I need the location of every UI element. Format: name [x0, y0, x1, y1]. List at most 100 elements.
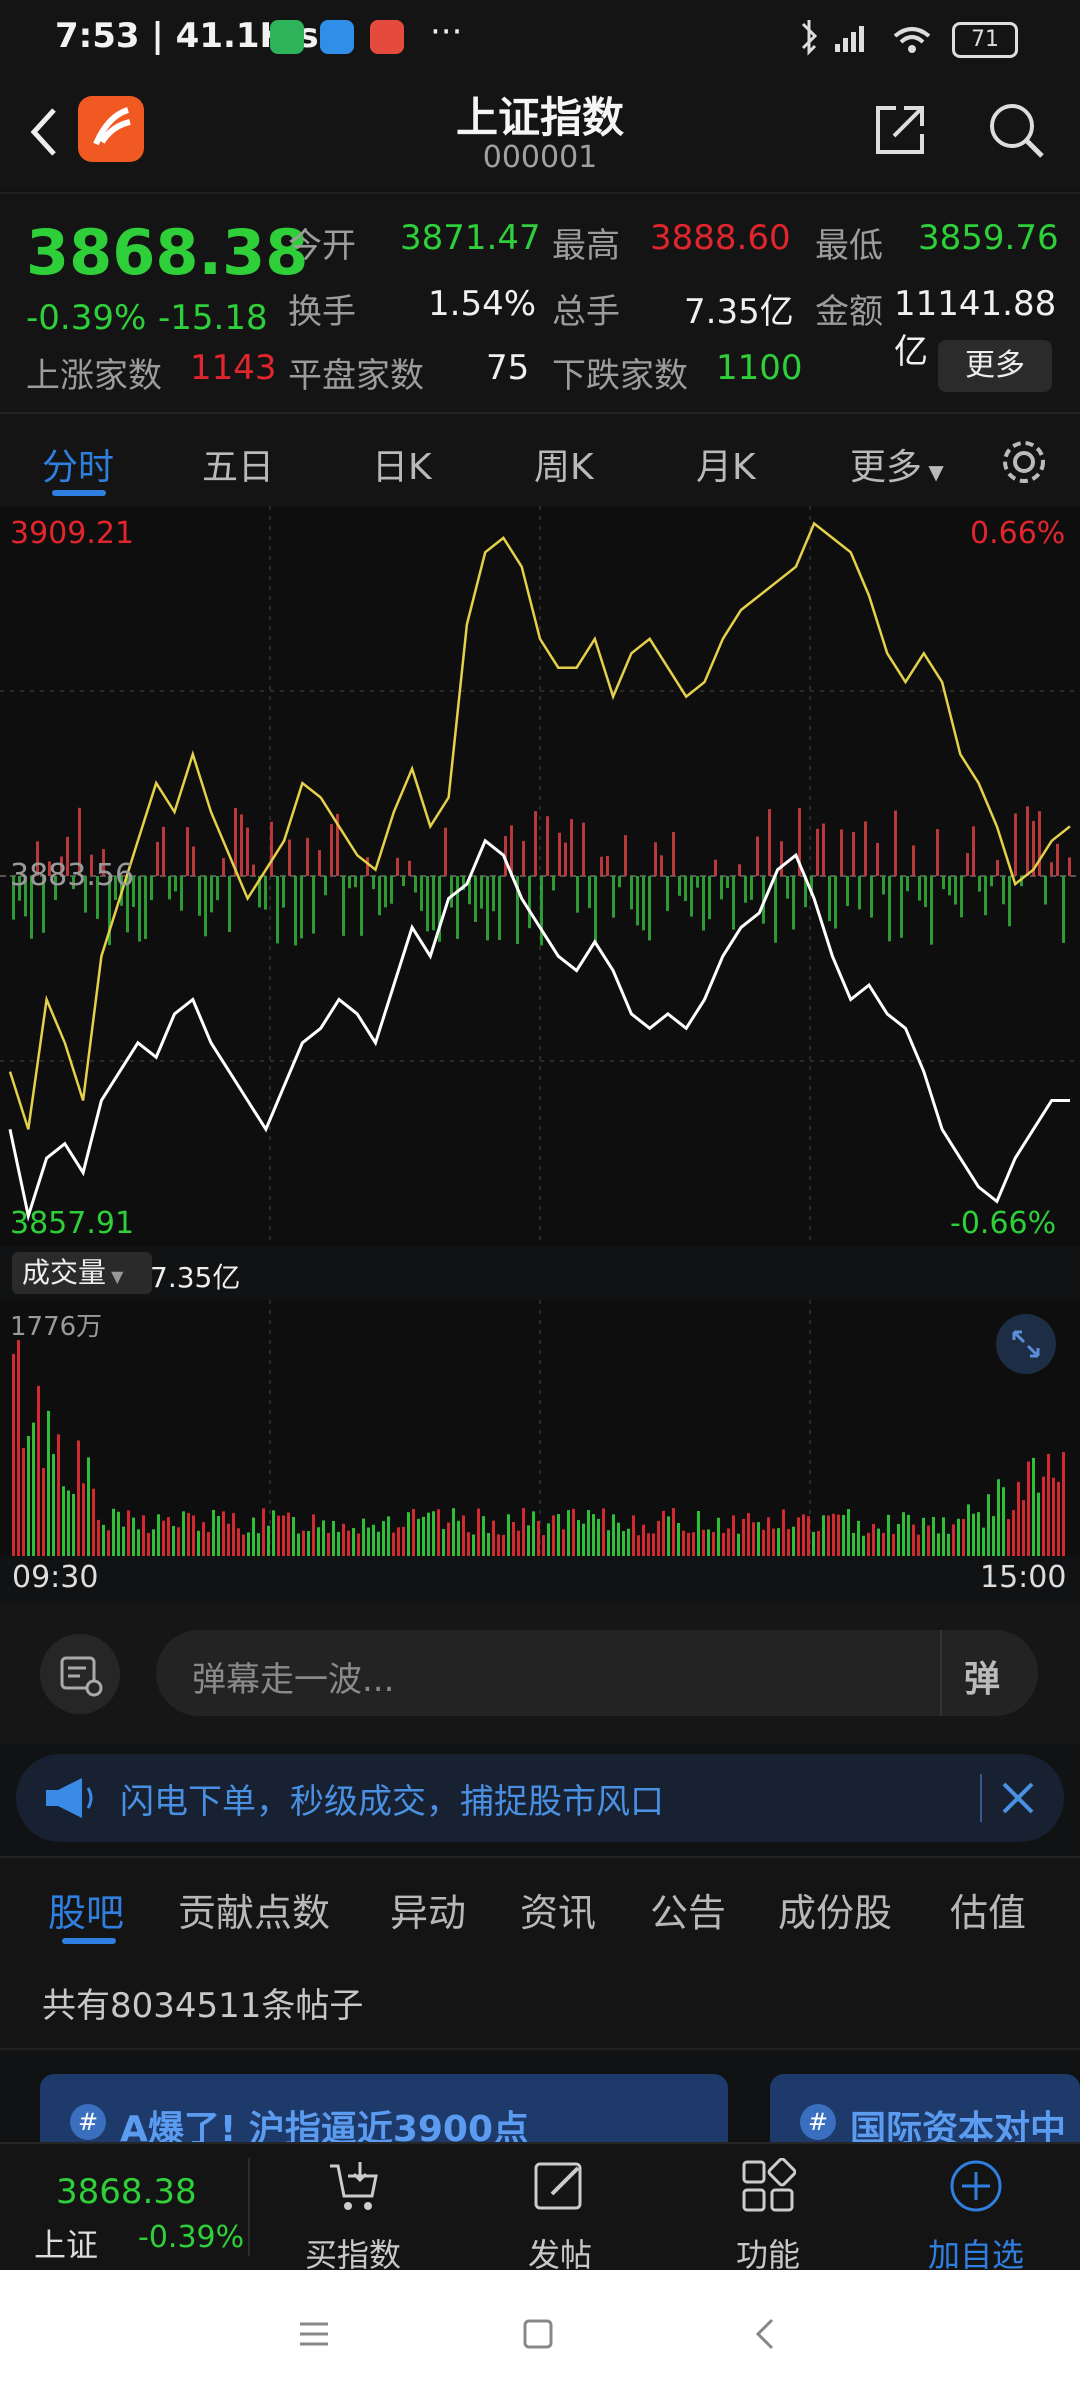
back-icon[interactable]: [748, 2316, 784, 2352]
volume-bar: [102, 1524, 105, 1556]
tab-five-day[interactable]: 五日: [202, 438, 274, 490]
flow-bar: [282, 876, 285, 908]
flow-bar: [1056, 843, 1059, 876]
active-tab-indicator: [52, 490, 106, 496]
volume-bar: [1017, 1481, 1020, 1556]
volume-bar: [1032, 1457, 1035, 1556]
volume-bar: [732, 1515, 735, 1556]
barrage-placeholder: 弹幕走一波...: [192, 1660, 395, 1700]
flow-bar: [420, 876, 423, 911]
y-top-label: 3909.21: [10, 516, 135, 551]
flow-bar: [318, 850, 321, 876]
volume-bar: [557, 1514, 560, 1556]
volume-bar: [592, 1514, 595, 1556]
tab-weekly-k[interactable]: 周K: [534, 438, 594, 490]
volume-bar: [792, 1526, 795, 1556]
volume-bar: [1002, 1487, 1005, 1556]
more-quote-button[interactable]: 更多: [938, 340, 1052, 392]
barrage-list-icon: [60, 1656, 103, 1697]
hot-topic-card[interactable]: # A爆了! 沪指逼近3900点: [40, 2074, 728, 2144]
volume-bar: [257, 1533, 260, 1556]
tab-valuation[interactable]: 估值: [950, 1882, 1026, 1937]
topic-hash-icon: #: [800, 2104, 836, 2140]
home-icon[interactable]: [520, 2316, 556, 2352]
tab-announcement[interactable]: 公告: [650, 1882, 726, 1937]
volume-bar: [742, 1518, 745, 1556]
volume-bar: [32, 1422, 35, 1556]
expand-chart-button[interactable]: [996, 1314, 1056, 1374]
volume-bar: [12, 1353, 15, 1556]
volume-bar: [767, 1517, 770, 1556]
tab-contribution[interactable]: 贡献点数: [178, 1882, 330, 1937]
flow-bar: [534, 811, 537, 876]
volume-bar: [822, 1515, 825, 1556]
volume-bar: [152, 1529, 155, 1556]
search-icon[interactable]: [986, 100, 1046, 160]
volume-bar: [972, 1513, 975, 1556]
volume-chart[interactable]: 1776万: [0, 1300, 1080, 1556]
tab-daily-k[interactable]: 日K: [372, 438, 432, 490]
flow-bar: [666, 876, 669, 912]
flow-bar: [486, 876, 489, 941]
flow-bar: [612, 876, 615, 918]
tab-more[interactable]: 更多 ▼: [850, 438, 944, 490]
volume-bar: [517, 1530, 520, 1556]
index-mini-quote[interactable]: 3868.38 上证 -0.39%: [0, 2144, 248, 2270]
volume-bar: [337, 1531, 340, 1556]
volume-bar: [1012, 1510, 1015, 1556]
share-icon[interactable]: [870, 100, 930, 160]
flow-bar: [444, 827, 447, 876]
y-mid-label: 3883.56: [10, 858, 135, 893]
flow-bar: [702, 876, 705, 931]
volume-bar: [162, 1520, 165, 1556]
tab-constituents[interactable]: 成份股: [778, 1882, 892, 1937]
close-icon[interactable]: [1000, 1780, 1036, 1816]
flow-bar: [180, 876, 183, 911]
volume-bar: [242, 1534, 245, 1556]
flow-bar: [852, 831, 855, 876]
tab-news[interactable]: 资讯: [520, 1882, 596, 1937]
tab-movement[interactable]: 异动: [390, 1882, 466, 1937]
intraday-chart[interactable]: 3909.21 3883.56 3857.91 0.66% -0.66%: [0, 506, 1080, 1246]
barrage-toggle-button[interactable]: 弹: [964, 1650, 1000, 1702]
menu-icon[interactable]: [296, 2316, 332, 2352]
settings-gear-icon[interactable]: [998, 436, 1050, 488]
volume-bar: [752, 1522, 755, 1556]
barrage-list-button[interactable]: [40, 1634, 120, 1714]
volume-bar: [932, 1516, 935, 1556]
flow-bar: [966, 853, 969, 876]
community-tabs: 股吧 贡献点数 异动 资讯 公告 成份股 估值: [0, 1856, 1080, 1956]
barrage-input[interactable]: 弹幕走一波... 弹: [156, 1630, 1038, 1716]
flow-bar: [492, 876, 495, 912]
volume-bar: [142, 1515, 145, 1556]
tab-forum[interactable]: 股吧: [48, 1882, 124, 1937]
volume-bar: [807, 1516, 810, 1556]
flow-bar: [996, 860, 999, 876]
flow-bar: [870, 876, 873, 918]
volume-bar: [307, 1531, 310, 1556]
volume-bar: [962, 1518, 965, 1556]
pct-bottom-label: -0.66%: [950, 1206, 1057, 1241]
flow-bar: [576, 876, 579, 913]
volume-bar: [367, 1527, 370, 1556]
tab-intraday[interactable]: 分时: [42, 438, 114, 490]
volume-bar: [902, 1512, 905, 1556]
flow-bar: [1068, 857, 1071, 876]
hot-topic-card[interactable]: # 国际资本对中: [770, 2074, 1080, 2144]
volume-bar: [862, 1535, 865, 1556]
volume-selector[interactable]: 成交量 ▼: [12, 1252, 152, 1294]
volume-bar: [1022, 1500, 1025, 1556]
turnover-value: 1.54%: [428, 284, 537, 324]
volume-bar: [147, 1533, 150, 1556]
volume-bar: [222, 1511, 225, 1556]
more-notifications-icon: ···: [430, 12, 463, 52]
volume-value: 7.35亿: [684, 292, 794, 332]
flow-bar: [150, 876, 153, 901]
volume-bar: [887, 1514, 890, 1556]
tab-monthly-k[interactable]: 月K: [696, 438, 756, 490]
volume-bar: [982, 1527, 985, 1556]
flow-bar: [906, 876, 909, 892]
flow-bar: [498, 876, 501, 940]
promo-banner[interactable]: 闪电下单，秒级成交，捕捉股市风口: [16, 1754, 1064, 1842]
volume-bar: [447, 1522, 450, 1556]
